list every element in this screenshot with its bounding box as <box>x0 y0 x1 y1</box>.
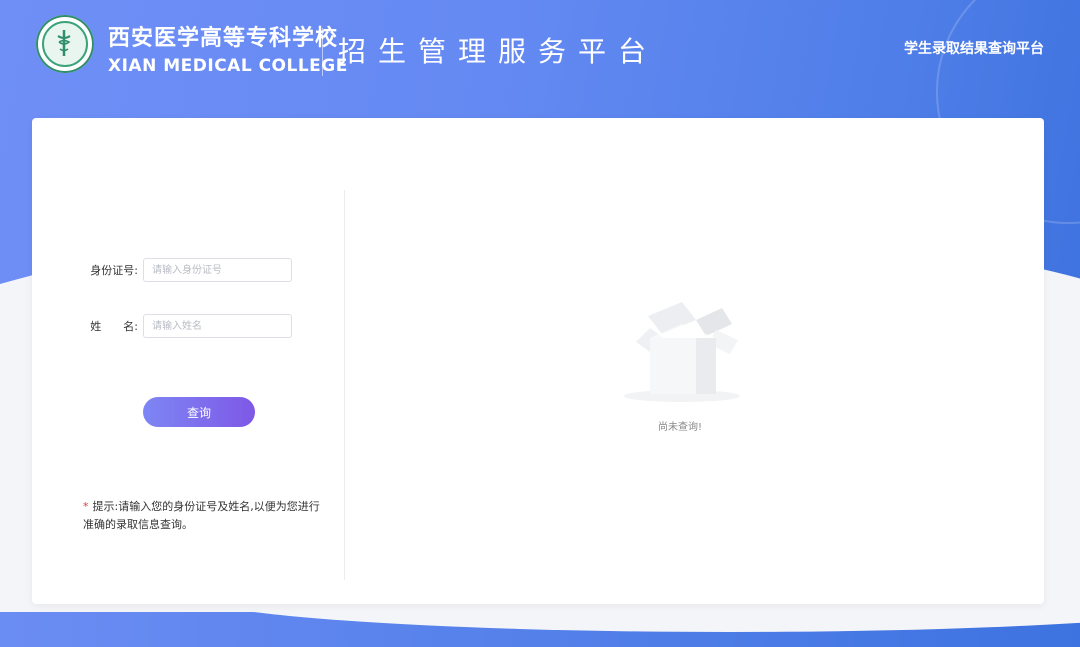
caduceus-icon <box>57 30 71 56</box>
empty-box-icon <box>624 302 740 402</box>
required-star: * <box>83 500 89 513</box>
name-label: 姓 名: <box>90 320 138 333</box>
school-emblem-icon <box>36 15 94 73</box>
page-header: 西安医学高等专科学校 XIAN MEDICAL COLLEGE 招生管理服务平台… <box>0 0 1080 100</box>
school-name-cn: 西安医学高等专科学校 <box>108 26 339 51</box>
id-number-label: 身份证号: <box>90 264 138 277</box>
name-input[interactable] <box>143 314 292 338</box>
header-divider <box>322 28 323 76</box>
id-number-input[interactable] <box>143 258 292 282</box>
footer-background <box>0 612 1080 647</box>
platform-title: 招生管理服务平台 <box>338 35 659 68</box>
school-name-en: XIAN MEDICAL COLLEGE <box>108 56 348 76</box>
hint-message: 提示:请输入您的身份证号及姓名,以便为您进行准确的录取信息查询。 <box>83 500 320 531</box>
hint-text: * 提示:请输入您的身份证号及姓名,以便为您进行准确的录取信息查询。 <box>83 498 323 534</box>
footer-curve <box>180 612 1080 632</box>
empty-result-text: 尚未查询! <box>657 422 702 433</box>
query-button[interactable]: 查询 <box>143 397 255 427</box>
admission-result-query-link[interactable]: 学生录取结果查询平台 <box>904 38 1044 58</box>
card-divider <box>344 190 345 580</box>
query-card: 身份证号: 姓 名: 查询 *提示:请输入您的身份证号及姓名,以便为您进行准确的… <box>32 118 1044 604</box>
